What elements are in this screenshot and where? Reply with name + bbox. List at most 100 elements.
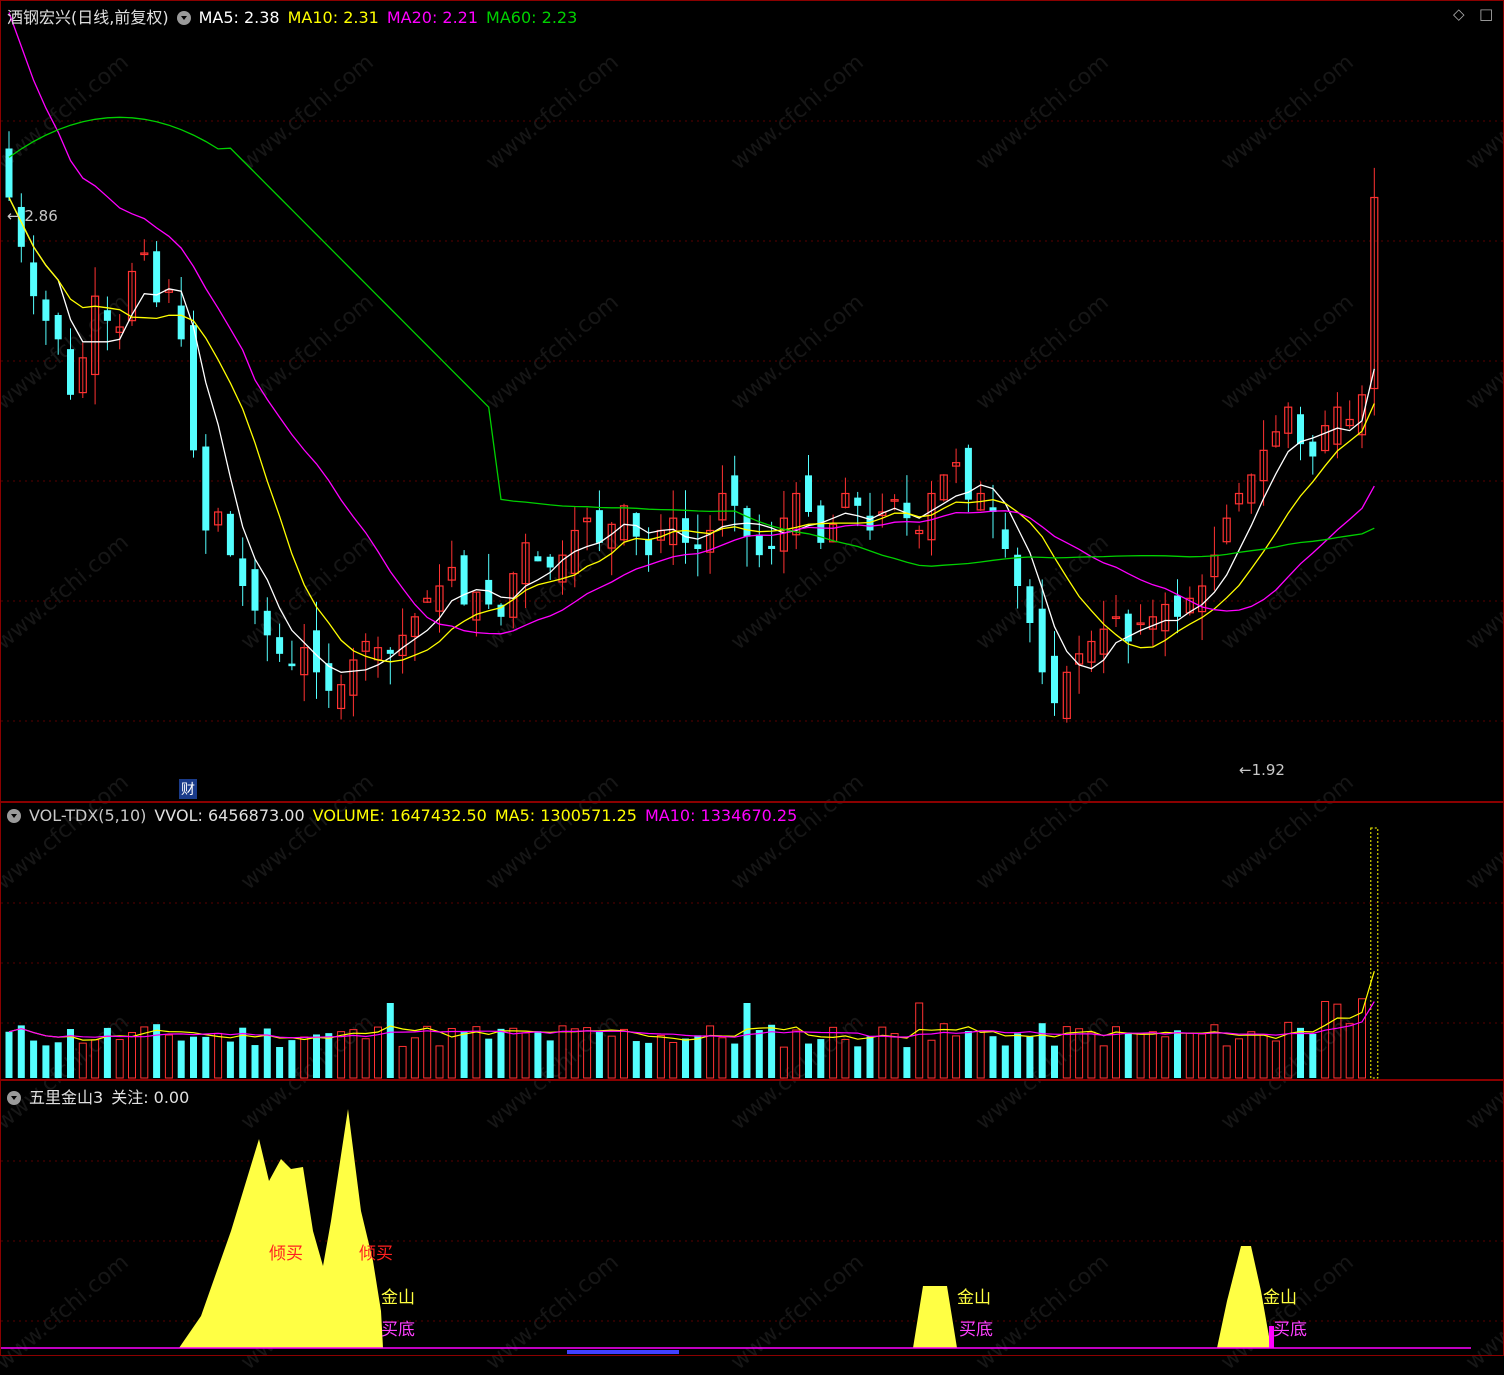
- candle[interactable]: [669, 490, 678, 565]
- candle[interactable]: [337, 674, 346, 720]
- volume-bar[interactable]: [1345, 1023, 1354, 1079]
- volume-bar[interactable]: [656, 1034, 665, 1079]
- volume-bar[interactable]: [17, 1025, 25, 1078]
- candle[interactable]: [1001, 512, 1009, 558]
- volume-bar[interactable]: [989, 1036, 997, 1078]
- indicator-name[interactable]: 五里金山3: [29, 1088, 103, 1107]
- volume-panel[interactable]: VOL-TDX(5,10) VVOL: 6456873.00 VOLUME: 164…: [0, 802, 1504, 1080]
- candle[interactable]: [349, 647, 358, 717]
- candle[interactable]: [1026, 579, 1034, 643]
- volume-bar[interactable]: [1309, 1033, 1317, 1078]
- vol-name[interactable]: VOL-TDX(5,10): [29, 806, 146, 825]
- volume-bar[interactable]: [509, 1027, 518, 1079]
- candle[interactable]: [5, 131, 13, 202]
- volume-bar[interactable]: [1001, 1045, 1009, 1078]
- volume-bar[interactable]: [755, 1030, 763, 1078]
- indicator-chart-svg[interactable]: 倾买 倾买金山买底 金山买底 金山买底: [1, 1081, 1504, 1357]
- candle[interactable]: [792, 482, 801, 550]
- volume-bar[interactable]: [534, 1031, 542, 1078]
- volume-bar[interactable]: [1087, 1031, 1096, 1079]
- volume-bar[interactable]: [153, 1024, 161, 1078]
- candle[interactable]: [1210, 526, 1219, 591]
- volume-bar[interactable]: [1370, 827, 1379, 1079]
- volume-bar[interactable]: [251, 1045, 259, 1078]
- volume-bar[interactable]: [313, 1034, 320, 1078]
- volume-bar[interactable]: [607, 1035, 616, 1079]
- volume-bar[interactable]: [1075, 1028, 1084, 1079]
- volume-bar[interactable]: [1014, 1033, 1022, 1078]
- candle[interactable]: [927, 481, 936, 556]
- volume-bar[interactable]: [1297, 1027, 1304, 1078]
- volume-bar[interactable]: [841, 1038, 850, 1079]
- volume-bar[interactable]: [1284, 1021, 1293, 1079]
- volume-bar[interactable]: [1174, 1030, 1181, 1078]
- candle[interactable]: [1014, 547, 1022, 609]
- candle[interactable]: [915, 525, 924, 549]
- candle[interactable]: [78, 342, 87, 399]
- candle[interactable]: [854, 491, 862, 527]
- candle[interactable]: [1297, 406, 1304, 461]
- candle[interactable]: [90, 267, 100, 405]
- volume-chart-svg[interactable]: [1, 803, 1504, 1081]
- volume-bar[interactable]: [570, 1028, 579, 1079]
- volume-bar[interactable]: [645, 1042, 653, 1078]
- candle[interactable]: [1234, 482, 1244, 512]
- price-chart-panel[interactable]: 酒钢宏兴(日线,前复权) MA5: 2.38 MA10: 2.31 MA20: 2.2…: [0, 0, 1504, 802]
- candle[interactable]: [1161, 592, 1170, 657]
- menu-dropdown-icon[interactable]: [7, 1091, 21, 1105]
- volume-bar[interactable]: [325, 1033, 333, 1078]
- volume-bar[interactable]: [805, 1043, 812, 1078]
- volume-bar[interactable]: [878, 1026, 887, 1079]
- candle[interactable]: [731, 455, 739, 532]
- volume-bar[interactable]: [817, 1039, 825, 1078]
- volume-bar[interactable]: [743, 1003, 751, 1078]
- volume-bar[interactable]: [497, 1028, 505, 1078]
- candle[interactable]: [1087, 630, 1096, 673]
- candle[interactable]: [313, 601, 320, 699]
- volume-bar[interactable]: [337, 1031, 346, 1079]
- candle[interactable]: [300, 624, 309, 702]
- volume-bar[interactable]: [1247, 1031, 1256, 1079]
- volume-bar[interactable]: [115, 1039, 124, 1079]
- volume-bar[interactable]: [583, 1027, 592, 1079]
- volume-bar[interactable]: [485, 1038, 493, 1078]
- candle[interactable]: [866, 492, 874, 540]
- candle[interactable]: [42, 290, 50, 345]
- candle[interactable]: [386, 647, 394, 685]
- volume-bar[interactable]: [558, 1025, 567, 1079]
- candle[interactable]: [1062, 665, 1071, 723]
- candle[interactable]: [177, 276, 185, 347]
- volume-bar[interactable]: [903, 1047, 911, 1078]
- volume-bar[interactable]: [694, 1035, 702, 1078]
- candle[interactable]: [1174, 579, 1181, 634]
- volume-bar[interactable]: [30, 1040, 38, 1078]
- volume-bar[interactable]: [1051, 1045, 1058, 1078]
- volume-bar[interactable]: [546, 1040, 554, 1078]
- volume-bar[interactable]: [128, 1032, 136, 1079]
- volume-bar[interactable]: [386, 1003, 394, 1078]
- volume-bar[interactable]: [1333, 1003, 1342, 1079]
- volume-bar[interactable]: [779, 1046, 788, 1079]
- candle[interactable]: [67, 328, 74, 400]
- volume-bar[interactable]: [890, 1033, 899, 1079]
- candle[interactable]: [1222, 504, 1231, 545]
- volume-bar[interactable]: [361, 1038, 370, 1079]
- candle[interactable]: [595, 490, 603, 552]
- stock-title[interactable]: 酒钢宏兴(日线,前复权): [7, 8, 169, 27]
- candle[interactable]: [1111, 595, 1121, 627]
- candle[interactable]: [1271, 415, 1281, 448]
- candle[interactable]: [460, 550, 468, 606]
- candle[interactable]: [1309, 434, 1317, 475]
- volume-bar[interactable]: [1222, 1045, 1231, 1079]
- volume-bar[interactable]: [682, 1038, 689, 1078]
- candle[interactable]: [558, 540, 567, 595]
- candle[interactable]: [521, 533, 530, 609]
- candle[interactable]: [202, 434, 210, 554]
- volume-bar[interactable]: [792, 1029, 801, 1079]
- volume-bar[interactable]: [1259, 1033, 1268, 1079]
- volume-bar[interactable]: [1026, 1036, 1034, 1078]
- volume-bar[interactable]: [854, 1046, 862, 1078]
- candle[interactable]: [607, 521, 616, 576]
- candle[interactable]: [447, 540, 456, 588]
- volume-bar[interactable]: [91, 1039, 100, 1079]
